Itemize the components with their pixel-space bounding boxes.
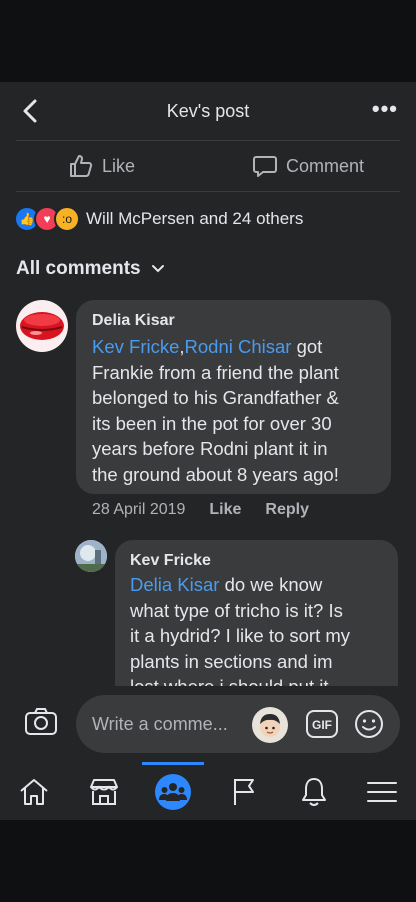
- bottom-nav: [0, 762, 416, 820]
- comment-composer: Write a comme... GIF: [0, 686, 416, 762]
- comment-label: Comment: [286, 155, 365, 176]
- gif-icon[interactable]: GIF: [306, 710, 338, 738]
- avatar-sticker-icon[interactable]: [252, 707, 288, 743]
- active-tab-indicator: [142, 762, 204, 765]
- notifications-bell-icon[interactable]: [294, 772, 334, 812]
- comment-line: Frankie from a friend the plant: [92, 361, 339, 383]
- wow-reaction-icon: :o: [54, 206, 80, 232]
- comment-line: plants in sections and im: [130, 650, 333, 672]
- comment-input[interactable]: Write a comme... GIF: [76, 695, 400, 753]
- mention-link[interactable]: Rodni Chisar: [185, 336, 292, 357]
- post-actions: Like Comment: [0, 141, 416, 191]
- home-indicator-area: [0, 820, 416, 902]
- avatar[interactable]: [75, 540, 107, 572]
- reactions-summary[interactable]: 👍 ♥ :o Will McPersen and 24 others: [14, 206, 303, 232]
- comments-filter[interactable]: All comments: [16, 258, 165, 280]
- comment-line: what type of tricho is it? Is: [130, 599, 343, 621]
- comment-author[interactable]: Kev Fricke: [130, 552, 211, 570]
- camera-icon[interactable]: [24, 706, 58, 736]
- home-icon[interactable]: [14, 772, 54, 812]
- reactions-text: Will McPersen and 24 others: [86, 209, 304, 228]
- groups-icon[interactable]: [153, 772, 193, 812]
- profile-photo: [75, 540, 107, 572]
- status-area: [0, 0, 416, 82]
- comment-like-button[interactable]: Like: [209, 501, 241, 519]
- gif-label: GIF: [312, 718, 332, 732]
- menu-icon[interactable]: [362, 772, 402, 812]
- marketplace-icon[interactable]: [84, 772, 124, 812]
- comment-icon: [253, 156, 277, 177]
- comment-button[interactable]: Comment: [252, 153, 364, 179]
- comment-text: do we know: [219, 574, 323, 595]
- comment-line: its been in the pot for over 30: [92, 412, 332, 434]
- comment-text: got: [291, 336, 323, 357]
- comment-line: it a hydrid? I like to sort my: [130, 625, 351, 646]
- like-button[interactable]: Like: [68, 153, 135, 179]
- divider: [16, 191, 400, 192]
- comment-line: Kev Fricke,Rodni Chisar got: [92, 334, 322, 360]
- post-screen: Kev's post ••• Like Comment 👍 ♥ :o Will …: [0, 82, 416, 820]
- comment-author[interactable]: Delia Kisar: [92, 312, 175, 330]
- comment-line: belonged to his Grandfather &: [92, 387, 339, 408]
- mention-link[interactable]: Delia Kisar: [130, 574, 219, 595]
- comment-line: the ground about 8 years ago!: [92, 463, 339, 485]
- like-label: Like: [102, 155, 136, 176]
- avatar[interactable]: [16, 300, 68, 352]
- comments-filter-label: All comments: [16, 258, 141, 279]
- comment-meta: 28 April 2019 Like Reply: [92, 501, 333, 519]
- emoji-icon[interactable]: [354, 709, 384, 739]
- comment-input-placeholder: Write a comme...: [92, 714, 228, 734]
- chevron-down-icon: [151, 265, 164, 273]
- header: Kev's post •••: [0, 82, 416, 140]
- comment-date: 28 April 2019: [92, 501, 186, 518]
- lips-image: [20, 312, 64, 340]
- page-title: Kev's post: [166, 101, 250, 121]
- more-options-icon[interactable]: •••: [372, 96, 398, 122]
- pages-flag-icon[interactable]: [224, 772, 264, 812]
- comment-line: years before Rodni plant it in: [92, 438, 328, 459]
- mention-link[interactable]: Kev Fricke: [92, 336, 179, 357]
- thumbs-up-icon: [70, 155, 93, 177]
- comment-reply-button[interactable]: Reply: [265, 501, 309, 519]
- comment-bubble: Delia Kisar Kev Fricke,Rodni Chisar got …: [76, 300, 391, 494]
- comment-line: Delia Kisar do we know: [130, 572, 322, 598]
